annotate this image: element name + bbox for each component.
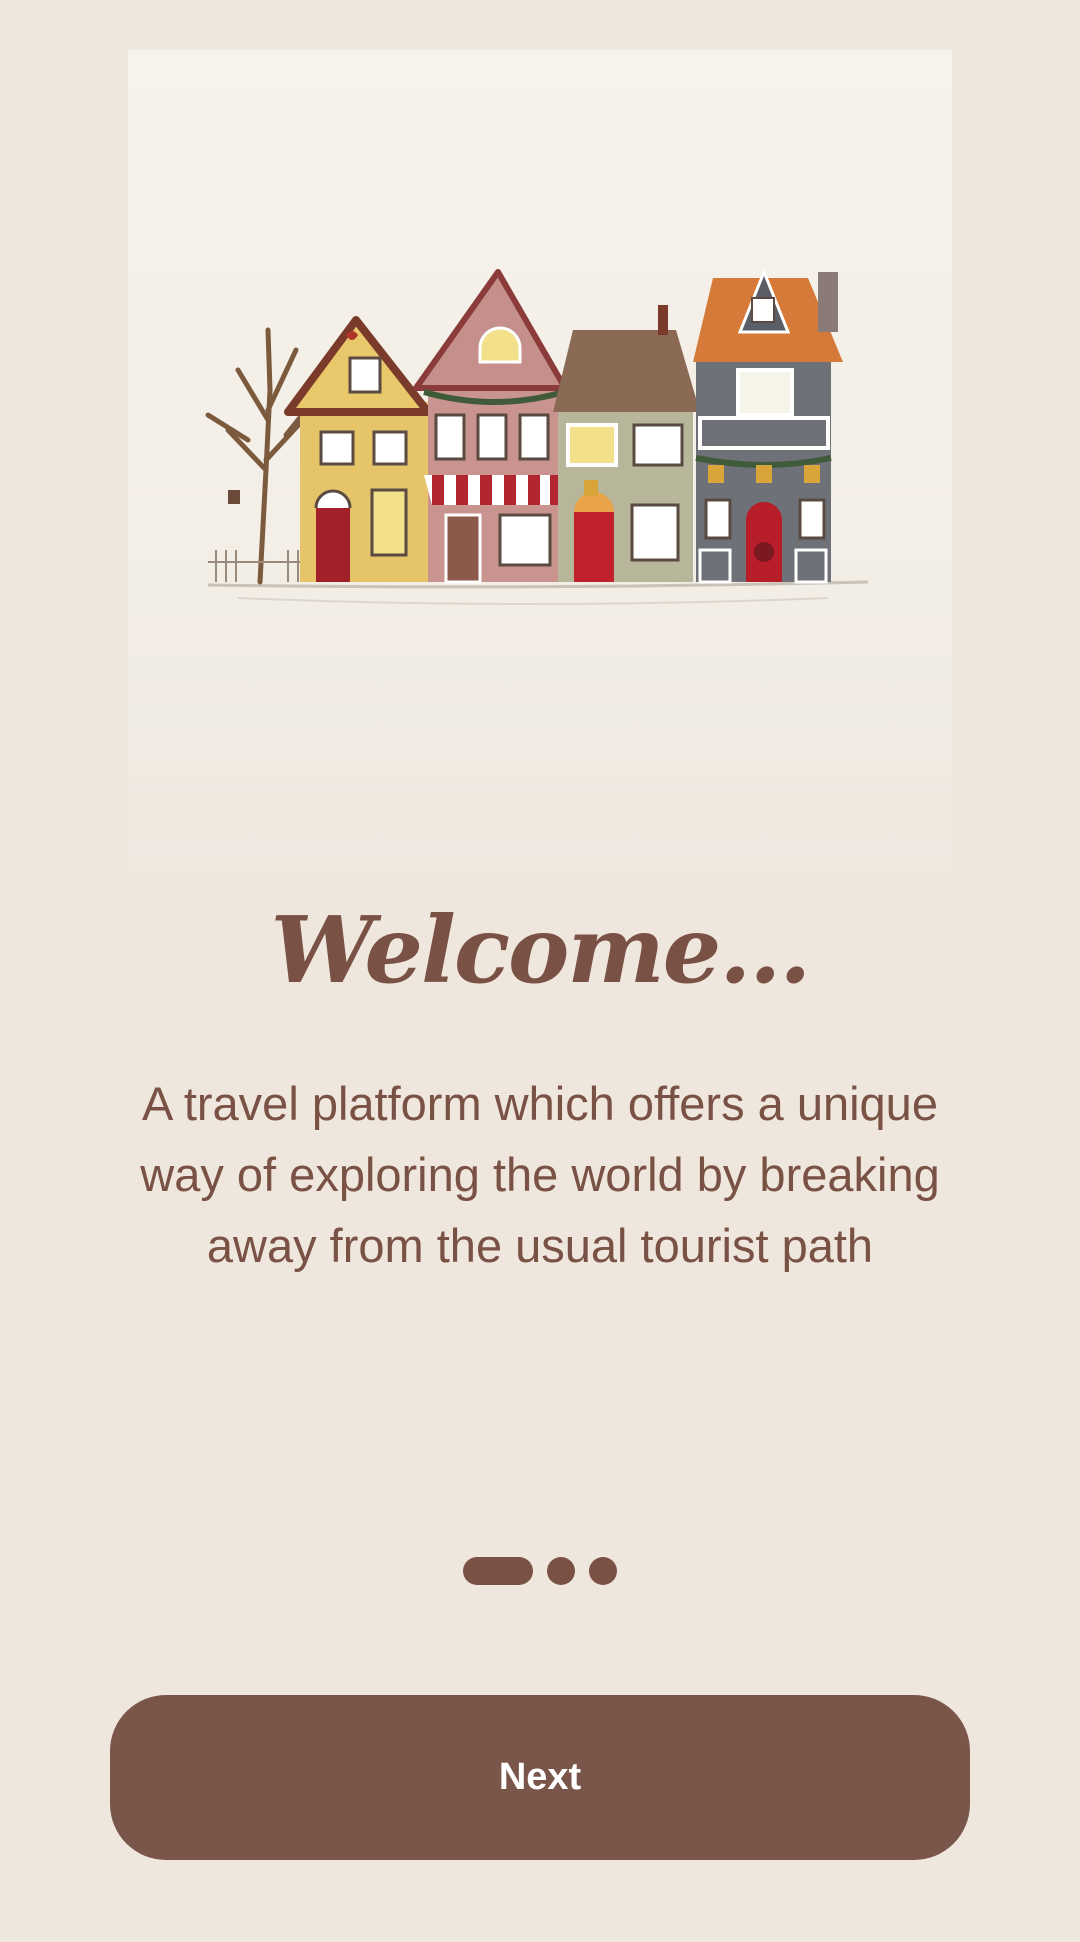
- pagination-indicator: [0, 1556, 1080, 1586]
- next-button[interactable]: Next: [110, 1695, 970, 1860]
- page-dot[interactable]: [547, 1557, 575, 1585]
- houses-illustration: [205, 267, 869, 605]
- page-title: Welcome...: [270, 896, 812, 1004]
- house-yellow: [284, 316, 432, 582]
- description-text: A travel platform which offers a unique …: [140, 1077, 940, 1272]
- hero-illustration: [128, 50, 952, 874]
- house-pink: [413, 269, 568, 584]
- page-dot[interactable]: [589, 1557, 617, 1585]
- page-dot-active[interactable]: [463, 1557, 533, 1585]
- house-grey: [693, 267, 843, 584]
- house-green: [553, 305, 700, 582]
